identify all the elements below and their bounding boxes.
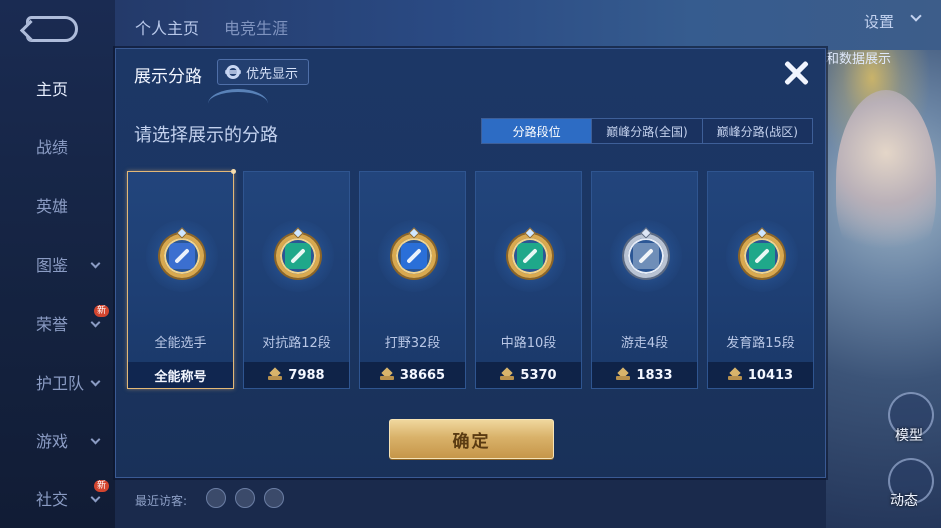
- sidebar-item-label: 战绩: [36, 138, 69, 157]
- gear-icon: [225, 65, 241, 79]
- lane-name: 对抗路12段: [262, 336, 331, 351]
- badge-glow: [146, 220, 218, 292]
- lane-name: 中路10段: [500, 336, 557, 351]
- lane-card[interactable]: 打野32段 38665: [359, 171, 466, 389]
- selected-indicator: [231, 169, 236, 174]
- lane-badge-icon: [392, 227, 436, 278]
- badge-glow: [494, 220, 566, 292]
- lane-badge-icon: [160, 227, 204, 278]
- lane-tab-group: 分路段位 巅峰分路(全国) 巅峰分路(战区): [481, 118, 813, 144]
- tab-peak-region[interactable]: 巅峰分路(战区): [703, 119, 812, 143]
- dialog-subtitle: 请选择展示的分路: [134, 125, 278, 146]
- rank-points-icon: [727, 369, 742, 381]
- lane-score-value: 10413: [747, 367, 794, 383]
- new-badge: 新: [94, 480, 110, 492]
- tab-peak-national[interactable]: 巅峰分路(全国): [592, 119, 703, 143]
- chevron-down-icon: [90, 434, 101, 445]
- visitor-avatar[interactable]: [235, 488, 255, 508]
- lane-name: 全能选手: [154, 336, 207, 351]
- rank-points-icon: [379, 369, 394, 381]
- sidebar-item[interactable]: 荣誉 新: [0, 303, 115, 343]
- lane-score-value: 5370: [520, 367, 557, 383]
- sidebar-item-label: 主页: [36, 80, 69, 99]
- sidebar-item-label: 游戏: [36, 432, 69, 451]
- visitor-avatar[interactable]: [264, 488, 284, 508]
- badge-glow: [610, 220, 682, 292]
- hero-artwork: [826, 50, 941, 528]
- sidebar-item-label: 图鉴: [36, 256, 69, 275]
- tab-esports[interactable]: 电竞生涯: [224, 15, 288, 39]
- lane-display-dialog: 展示分路 优先显示 请选择展示的分路 分路段位 巅峰分路(全国) 巅峰分路(战区…: [115, 48, 826, 478]
- sidebar-item[interactable]: 战绩: [0, 126, 115, 166]
- settings-button[interactable]: 设置: [864, 11, 894, 32]
- sidebar-item-label: 护卫队: [36, 374, 85, 393]
- sidebar-item[interactable]: 社交 新: [0, 478, 115, 518]
- lane-name: 发育路15段: [726, 336, 795, 351]
- sidebar-item-label: 英雄: [36, 197, 69, 216]
- lane-score-value: 38665: [399, 367, 446, 383]
- lane-badge-icon: [508, 227, 552, 278]
- lane-badge-icon: [624, 227, 668, 278]
- chevron-down-icon: [90, 317, 101, 328]
- badge-glow: [378, 220, 450, 292]
- lane-badge-icon: [276, 227, 320, 278]
- sidebar-item[interactable]: 英雄: [0, 185, 115, 225]
- lane-score-value: 1833: [636, 367, 673, 383]
- badge-glow: [262, 220, 334, 292]
- decorative-swoosh: [208, 89, 268, 119]
- lane-score: 38665: [360, 362, 465, 388]
- lane-card[interactable]: 对抗路12段 7988: [243, 171, 350, 389]
- close-icon[interactable]: [780, 57, 812, 89]
- lane-score-value: 全能称号: [154, 369, 207, 385]
- lane-score: 7988: [244, 362, 349, 388]
- model-label: 模型: [895, 428, 923, 444]
- chevron-down-icon: [90, 258, 101, 269]
- lane-score: 1833: [592, 362, 697, 388]
- lane-score: 5370: [476, 362, 581, 388]
- rank-points-icon: [616, 369, 631, 381]
- sidebar-item[interactable]: 护卫队: [0, 362, 115, 402]
- rank-points-icon: [500, 369, 515, 381]
- tab-lane-rank[interactable]: 分路段位: [482, 119, 593, 143]
- lane-score: 10413: [708, 362, 813, 388]
- lane-score: 全能称号: [128, 362, 233, 388]
- lane-score-value: 7988: [288, 367, 325, 383]
- confirm-button[interactable]: 确定: [389, 419, 554, 459]
- sidebar-item[interactable]: 主页: [0, 68, 115, 108]
- sidebar-item[interactable]: 游戏: [0, 420, 115, 460]
- recent-visitors-label: 最近访客:: [135, 494, 188, 508]
- back-icon[interactable]: [26, 16, 78, 42]
- data-display-label: 和数据展示: [826, 52, 892, 67]
- sidebar-item[interactable]: 图鉴: [0, 244, 115, 284]
- lane-card[interactable]: 发育路15段 10413: [707, 171, 814, 389]
- priority-display-button[interactable]: 优先显示: [217, 59, 310, 85]
- lane-name: 打野32段: [384, 336, 441, 351]
- sidebar-item-label: 荣誉: [36, 315, 69, 334]
- rank-points-icon: [268, 369, 283, 381]
- priority-display-label: 优先显示: [246, 66, 299, 82]
- lane-badge-icon: [740, 227, 784, 278]
- lane-card[interactable]: 中路10段 5370: [475, 171, 582, 389]
- dynamic-label: 动态: [890, 493, 918, 509]
- chevron-down-icon: [90, 376, 101, 387]
- sidebar-item-label: 社交: [36, 490, 69, 509]
- badge-glow: [726, 220, 798, 292]
- chevron-down-icon: [90, 492, 101, 503]
- visitor-avatar[interactable]: [206, 488, 226, 508]
- lane-card[interactable]: 游走4段 1833: [591, 171, 698, 389]
- dialog-title: 展示分路: [134, 67, 202, 87]
- new-badge: 新: [94, 305, 110, 317]
- tab-profile[interactable]: 个人主页: [135, 15, 199, 39]
- lane-card[interactable]: 全能选手 全能称号: [127, 169, 236, 389]
- lane-name: 游走4段: [620, 336, 669, 351]
